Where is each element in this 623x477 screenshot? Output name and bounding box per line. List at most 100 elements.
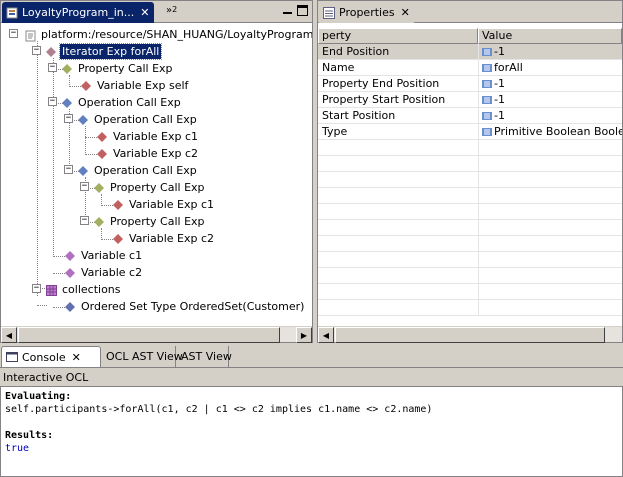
- property-value[interactable]: -1: [478, 108, 622, 124]
- property-row[interactable]: Type Primitive Boolean Boolean: [318, 124, 622, 140]
- tab-ocl-ast-view[interactable]: OCL AST View: [102, 346, 183, 367]
- operation-call-icon: [62, 97, 72, 108]
- property-value[interactable]: Primitive Boolean Boolean: [478, 124, 622, 140]
- collapse-toggle[interactable]: −: [64, 165, 73, 174]
- empty-row: [318, 140, 622, 156]
- property-row[interactable]: End Position -1: [318, 44, 622, 60]
- tree-node[interactable]: collections: [46, 281, 123, 298]
- value-property-icon: [482, 96, 492, 104]
- collapse-toggle[interactable]: −: [80, 216, 89, 225]
- tree-node-label: Operation Call Exp: [94, 164, 197, 177]
- maximize-button[interactable]: [297, 5, 308, 16]
- variable-exp-icon: [97, 148, 107, 159]
- property-row[interactable]: Property Start Position -1: [318, 92, 622, 108]
- tree-node-label: Property Call Exp: [110, 215, 205, 228]
- variable-icon: [65, 267, 75, 278]
- close-icon[interactable]: ✕: [72, 352, 81, 363]
- close-icon[interactable]: ✕: [401, 7, 410, 18]
- property-name: Type: [322, 125, 348, 138]
- type-icon: [65, 301, 75, 312]
- tree-node[interactable]: Operation Call Exp: [78, 162, 199, 179]
- tree-node[interactable]: platform:/resource/SHAN_HUANG/LoyaltyPro…: [25, 26, 312, 43]
- overflow-count: 2: [172, 5, 178, 14]
- tree-node[interactable]: Variable c2: [65, 264, 144, 281]
- editor-tab-bar: LoyaltyProgram_in... ✕ » 2: [1, 1, 312, 23]
- variable-exp-icon: [113, 199, 123, 210]
- value-property-icon: [482, 112, 492, 120]
- column-header-property[interactable]: perty: [318, 28, 478, 44]
- property-row[interactable]: Start Position -1: [318, 108, 622, 124]
- scroll-right-button[interactable]: ▶: [296, 327, 312, 343]
- empty-row: [318, 252, 622, 268]
- property-value[interactable]: -1: [478, 44, 622, 60]
- console-icon: [6, 351, 18, 363]
- variable-exp-icon: [81, 80, 91, 91]
- empty-row: [318, 172, 622, 188]
- collapse-toggle[interactable]: −: [48, 97, 57, 106]
- property-name: Property End Position: [322, 77, 440, 90]
- column-header-value[interactable]: Value: [478, 28, 622, 44]
- scroll-thumb[interactable]: [18, 327, 280, 343]
- horizontal-scrollbar[interactable]: ◀: [318, 326, 622, 343]
- collapse-toggle[interactable]: −: [48, 63, 57, 72]
- property-call-icon: [62, 63, 72, 74]
- empty-row: [318, 188, 622, 204]
- tree-node[interactable]: Variable Exp c1: [97, 128, 200, 145]
- property-value-text: -1: [494, 93, 505, 106]
- value-property-icon: [482, 80, 492, 88]
- close-icon[interactable]: ✕: [140, 7, 149, 18]
- tree-node[interactable]: Variable Exp c2: [113, 230, 216, 247]
- property-value[interactable]: -1: [478, 76, 622, 92]
- tree-node[interactable]: Variable Exp c1: [113, 196, 216, 213]
- minimize-button[interactable]: [282, 5, 293, 16]
- property-row[interactable]: Name forAll: [318, 60, 622, 76]
- tab-overflow-button[interactable]: » 2: [166, 5, 177, 16]
- console-line: self.participants->forAll(c1, c2 | c1 <>…: [5, 404, 433, 415]
- property-row[interactable]: Property End Position -1: [318, 76, 622, 92]
- property-value[interactable]: forAll: [478, 60, 622, 76]
- tree-node[interactable]: Property Call Exp: [62, 60, 175, 77]
- empty-row: [318, 220, 622, 236]
- tree-node[interactable]: Ordered Set Type OrderedSet(Customer): [65, 298, 306, 315]
- tree-node-label: Operation Call Exp: [94, 113, 197, 126]
- property-value-text: forAll: [494, 61, 523, 74]
- tree-node[interactable]: Property Call Exp: [94, 213, 207, 230]
- property-name: Start Position: [322, 109, 396, 122]
- tab-ast-view[interactable]: AST View: [177, 346, 232, 367]
- collapse-toggle[interactable]: −: [80, 182, 89, 191]
- collapse-toggle[interactable]: −: [32, 46, 41, 55]
- tree-node[interactable]: Operation Call Exp: [78, 111, 199, 128]
- properties-tab[interactable]: Properties ✕: [319, 2, 414, 23]
- value-property-icon: [482, 128, 492, 136]
- ast-tree-editor: LoyaltyProgram_in... ✕ » 2 − − − − − − −…: [0, 0, 313, 343]
- tree-view: − − − − − − − − − platform:/resource/SHA…: [1, 24, 312, 326]
- tree-node[interactable]: Variable c1: [65, 247, 144, 264]
- property-call-icon: [94, 216, 104, 227]
- property-name: Name: [322, 61, 355, 74]
- tree-node-label: Property Call Exp: [110, 181, 205, 194]
- horizontal-scrollbar[interactable]: ◀ ▶: [1, 326, 312, 343]
- editor-tab[interactable]: LoyaltyProgram_in... ✕: [2, 2, 154, 23]
- scroll-left-button[interactable]: ◀: [1, 327, 17, 343]
- tab-label: Console: [22, 350, 66, 364]
- scroll-left-button[interactable]: ◀: [318, 327, 334, 343]
- arrow-right-icon: ▶: [300, 330, 308, 340]
- empty-row: [318, 236, 622, 252]
- editor-tab-label: LoyaltyProgram_in...: [22, 6, 135, 19]
- tree-node[interactable]: Property Call Exp: [94, 179, 207, 196]
- console-output[interactable]: Evaluating: self.participants->forAll(c1…: [0, 386, 623, 477]
- collapse-toggle[interactable]: −: [32, 284, 41, 293]
- tree-node[interactable]: Variable Exp c2: [97, 145, 200, 162]
- scroll-thumb[interactable]: [335, 327, 605, 343]
- tree-node[interactable]: Variable Exp self: [81, 77, 190, 94]
- tree-node-label: Variable Exp c2: [129, 232, 215, 245]
- property-value[interactable]: -1: [478, 92, 622, 108]
- operation-call-icon: [78, 165, 88, 176]
- console-title: Interactive OCL: [0, 369, 623, 386]
- collapse-toggle[interactable]: −: [9, 29, 18, 38]
- console-line: Results:: [5, 430, 54, 441]
- collapse-toggle[interactable]: −: [64, 114, 73, 123]
- tree-node[interactable]: Operation Call Exp: [62, 94, 183, 111]
- tab-console[interactable]: Console ✕: [1, 346, 101, 367]
- tree-node[interactable]: Iterator Exp forAll: [46, 43, 163, 60]
